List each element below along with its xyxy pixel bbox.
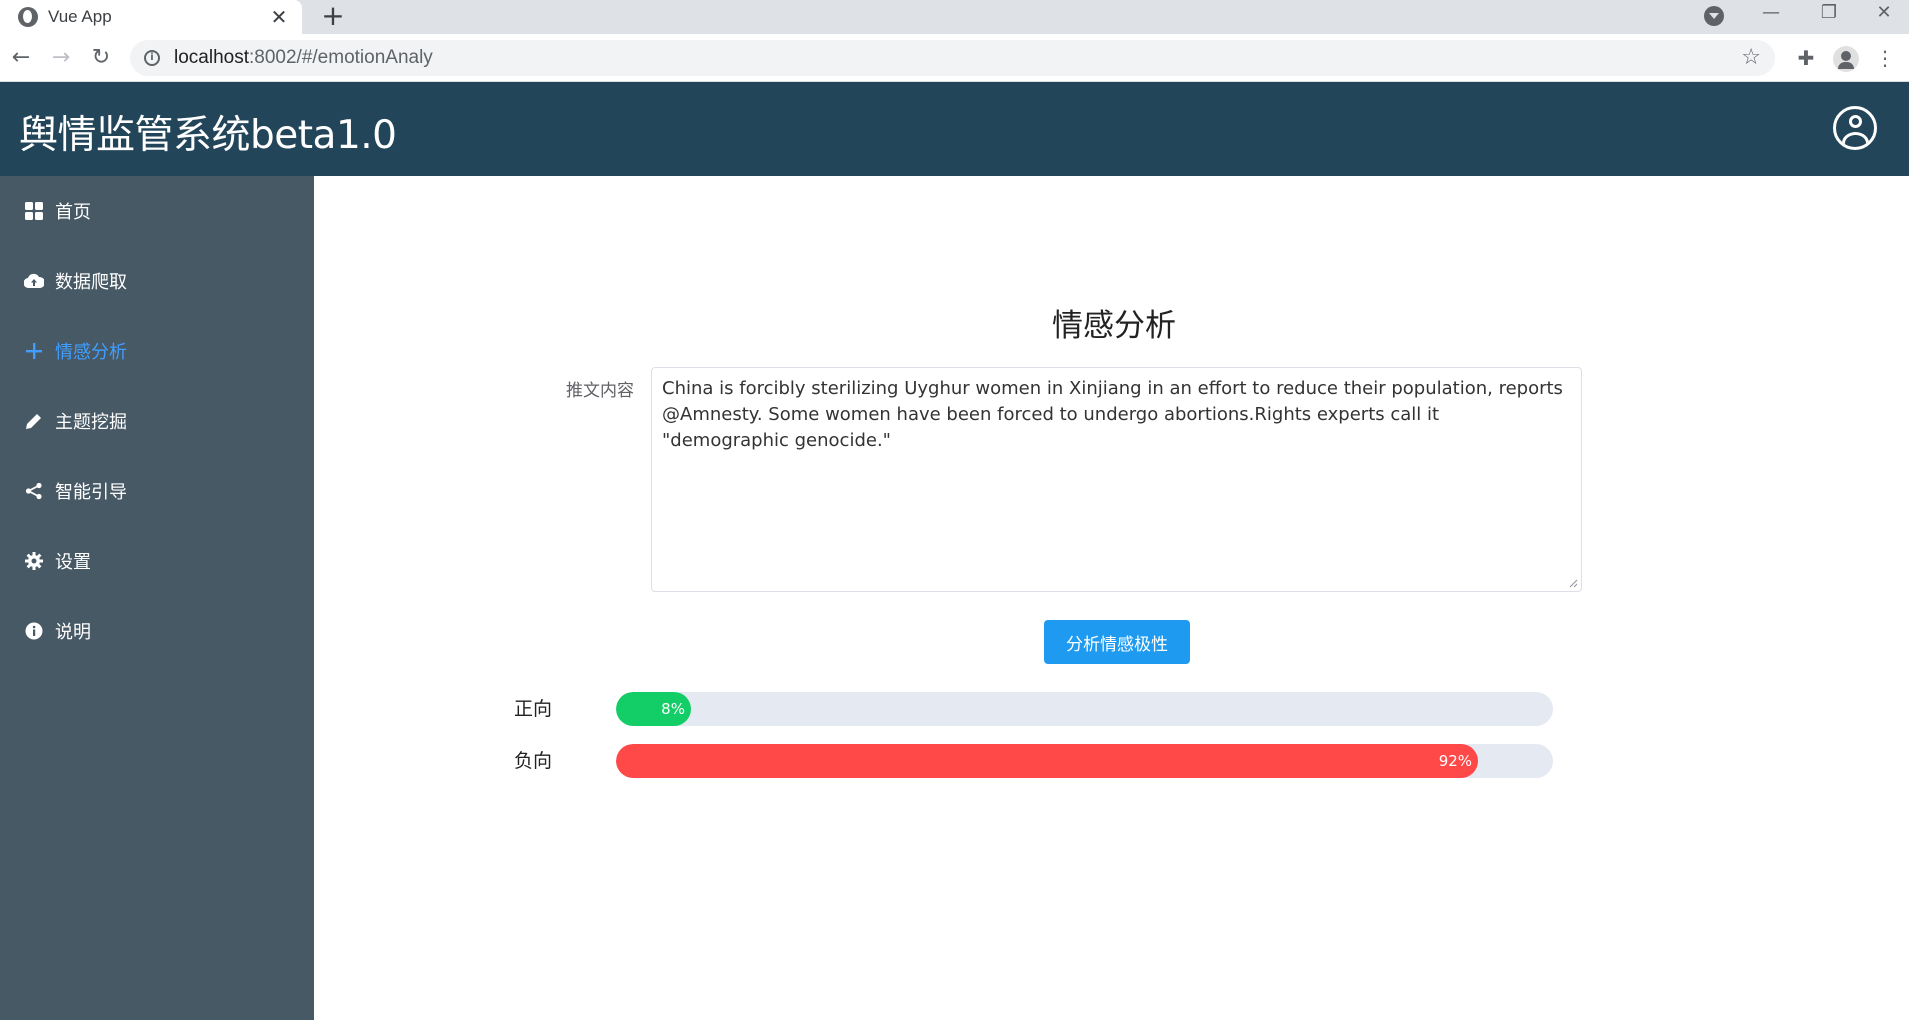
browser-toolbar: ← → ↻ i localhost:8002/#/emotionAnaly ☆ … <box>0 34 1909 82</box>
app-title: 舆情监管系统beta1.0 <box>19 113 397 158</box>
sidebar-item-label: 首页 <box>55 202 91 223</box>
sidebar-item-label: 情感分析 <box>55 342 127 363</box>
pencil-icon <box>24 411 44 431</box>
close-tab-icon[interactable]: ✕ <box>266 4 292 30</box>
sidebar-item-topic-mining[interactable]: 主题挖掘 <box>0 386 314 456</box>
negative-progress-bar: 92% <box>616 744 1553 778</box>
sidebar-item-label: 数据爬取 <box>55 272 127 293</box>
info-icon <box>24 621 44 641</box>
tweet-textarea[interactable]: China is forcibly sterilizing Uyghur wom… <box>651 367 1582 592</box>
bookmark-star-icon[interactable]: ☆ <box>1741 45 1761 70</box>
grid-icon <box>24 201 44 221</box>
new-tab-icon[interactable]: + <box>318 2 348 32</box>
negative-percent: 92% <box>1438 752 1473 770</box>
negative-progress-fill: 92% <box>616 744 1479 778</box>
sidebar-item-label: 智能引导 <box>55 482 127 503</box>
sidebar-item-data-crawl[interactable]: 数据爬取 <box>0 246 314 316</box>
sidebar-item-settings[interactable]: 设置 <box>0 526 314 596</box>
sidebar-item-smart-guide[interactable]: 智能引导 <box>0 456 314 526</box>
tab-title: Vue App <box>48 7 112 26</box>
sidebar-item-label: 说明 <box>55 622 91 643</box>
sidebar-item-emotion-analysis[interactable]: 情感分析 <box>0 316 314 386</box>
extensions-icon[interactable]: ✚ <box>1792 44 1820 72</box>
positive-label: 正向 <box>514 698 553 720</box>
negative-label: 负向 <box>514 750 553 772</box>
analyze-sentiment-button[interactable]: 分析情感极性 <box>1044 620 1190 664</box>
menu-kebab-icon[interactable]: ⋮ <box>1871 44 1899 72</box>
window-close-icon[interactable]: ✕ <box>1861 0 1907 30</box>
app-header: 舆情监管系统beta1.0 <box>0 82 1909 176</box>
browser-tab[interactable]: Vue App ✕ <box>0 0 302 34</box>
main-content: 情感分析 推文内容 China is forcibly sterilizing … <box>314 176 1909 1020</box>
address-bar[interactable]: i localhost:8002/#/emotionAnaly ☆ <box>130 40 1775 76</box>
sidebar: 首页 数据爬取 情感分析 主题挖掘 智能引导 设置 说明 <box>0 176 314 1020</box>
sidebar-item-home[interactable]: 首页 <box>0 176 314 246</box>
positive-progress-fill: 8% <box>616 692 691 726</box>
page-title: 情感分析 <box>1052 308 1176 344</box>
back-icon[interactable]: ← <box>6 43 36 73</box>
minimize-icon[interactable]: — <box>1748 0 1794 30</box>
url-text[interactable]: localhost:8002/#/emotionAnaly <box>174 47 433 69</box>
profile-avatar[interactable] <box>1833 46 1859 72</box>
sidebar-item-label: 主题挖掘 <box>55 412 127 433</box>
reload-icon[interactable]: ↻ <box>86 43 116 73</box>
plus-icon <box>24 341 44 361</box>
sidebar-item-label: 设置 <box>55 552 91 573</box>
forward-icon[interactable]: → <box>46 43 76 73</box>
site-info-icon[interactable]: i <box>144 50 160 66</box>
gear-icon <box>24 551 44 571</box>
cloud-upload-icon <box>24 271 44 291</box>
restore-icon[interactable]: ❐ <box>1806 0 1852 30</box>
resize-handle-icon[interactable] <box>1568 578 1578 588</box>
url-host: localhost <box>174 47 249 68</box>
tab-search-icon[interactable] <box>1704 6 1724 26</box>
sidebar-item-help[interactable]: 说明 <box>0 596 314 666</box>
browser-tab-bar: Vue App ✕ + — ❐ ✕ <box>0 0 1909 34</box>
url-path: :8002/#/emotionAnaly <box>249 47 433 68</box>
globe-icon <box>18 7 38 27</box>
positive-percent: 8% <box>661 700 685 718</box>
share-icon <box>24 481 44 501</box>
positive-progress-bar: 8% <box>616 692 1553 726</box>
user-icon[interactable] <box>1833 106 1877 150</box>
tweet-label: 推文内容 <box>566 381 634 401</box>
